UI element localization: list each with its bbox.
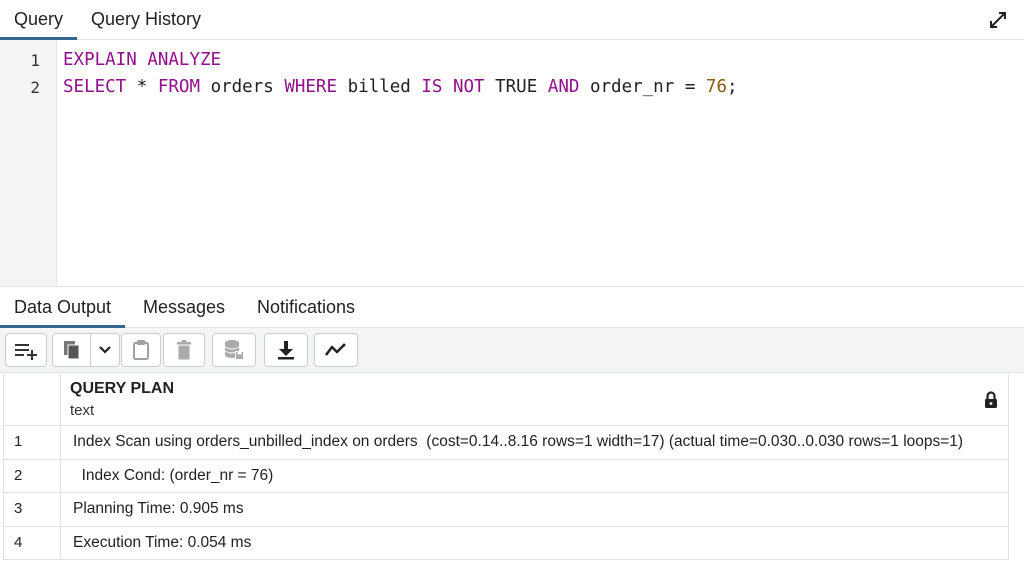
output-tabbar: Data Output Messages Notifications [0,288,1024,328]
column-type: text [70,402,95,419]
sql-keyword: WHERE [284,77,338,97]
grid-header: QUERY PLAN text [4,374,1008,426]
save-data-button[interactable] [212,333,256,367]
row-number[interactable]: 1 [4,426,61,459]
table-cell[interactable]: Planning Time: 0.905 ms [73,493,994,526]
sql-keyword: IS [421,77,443,97]
copy-button[interactable] [53,334,90,366]
sql-keyword: NOT [452,77,485,97]
sql-token: ; [726,77,738,97]
table-cell[interactable]: Index Cond: (order_nr = 76) [73,460,994,493]
chevron-down-icon [99,346,111,354]
table-row[interactable]: 2 Index Cond: (order_nr = 76) [4,459,1008,493]
tab-query[interactable]: Query [0,0,78,40]
line-number-gutter: 1 2 [0,40,57,286]
paste-icon [133,340,149,360]
sql-token: * [136,77,148,97]
tab-query-history[interactable]: Query History [77,0,215,40]
save-data-icon [224,340,244,360]
download-button[interactable] [264,333,308,367]
row-number[interactable]: 2 [4,459,61,492]
download-icon [278,341,294,360]
sql-token: = [684,77,696,97]
code-line-2[interactable]: SELECT * FROM orders WHERE billed IS NOT… [63,77,738,97]
table-cell[interactable]: Index Scan using orders_unbilled_index o… [73,426,994,459]
copy-icon [63,341,80,360]
copy-button-group [52,333,120,367]
graph-visualiser-button[interactable] [314,333,358,367]
tab-notifications[interactable]: Notifications [243,288,369,328]
delete-button[interactable] [163,333,205,367]
data-output-toolbar [0,328,1024,373]
line-number: 1 [30,51,40,70]
query-tabbar: Query Query History [0,0,1024,40]
sql-token: orders [210,77,274,97]
code-line-1[interactable]: EXPLAIN ANALYZE [63,50,221,70]
sql-token: TRUE [495,77,538,97]
column-name[interactable]: QUERY PLAN [70,380,174,398]
add-row-icon [15,344,37,360]
expand-icon[interactable] [988,10,1008,30]
sql-token: order_nr [589,77,675,97]
row-number[interactable]: 4 [4,526,61,559]
sql-number: 76 [705,77,727,97]
sql-keyword: FROM [157,77,201,97]
line-number: 2 [30,78,40,97]
row-number[interactable]: 3 [4,493,61,526]
table-row[interactable]: 4 Execution Time: 0.054 ms [4,526,1008,560]
tab-data-output[interactable]: Data Output [0,288,126,328]
table-row[interactable]: 3 Planning Time: 0.905 ms [4,493,1008,527]
copy-options-dropdown[interactable] [91,334,119,366]
sql-keyword: EXPLAIN [63,50,137,70]
sql-keyword: AND [547,77,580,97]
lock-icon [985,391,997,408]
grid-corner[interactable] [4,374,61,425]
paste-button[interactable] [121,333,161,367]
sql-token: billed [347,77,411,97]
add-row-button[interactable] [5,333,47,367]
sql-editor[interactable]: 1 2 EXPLAIN ANALYZE SELECT * FROM orders… [0,40,1024,287]
table-cell[interactable]: Execution Time: 0.054 ms [73,527,994,560]
result-grid: QUERY PLAN text 1 Index Scan using order… [3,374,1009,560]
graph-icon [325,343,346,356]
sql-keyword: SELECT [63,77,127,97]
table-row[interactable]: 1 Index Scan using orders_unbilled_index… [4,426,1008,460]
tab-messages[interactable]: Messages [129,288,239,328]
delete-icon [177,340,191,360]
sql-keyword: ANALYZE [147,50,222,70]
